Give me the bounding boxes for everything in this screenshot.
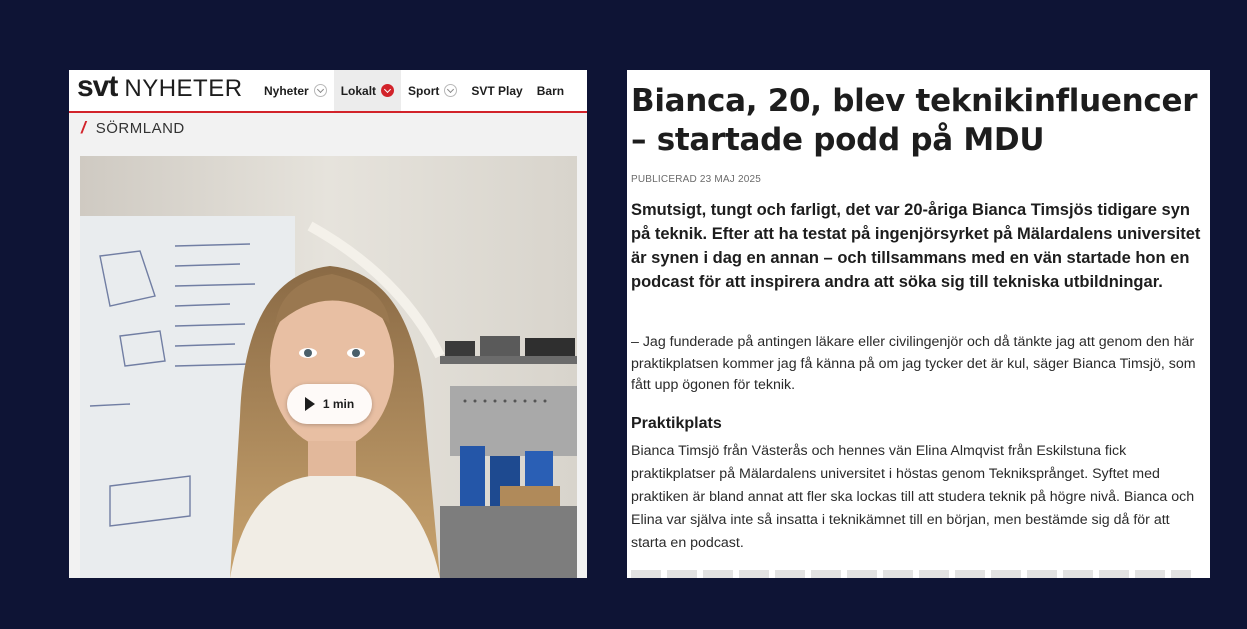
published-date: PUBLICERAD 23 MAJ 2025: [631, 174, 762, 185]
nav-item-svt-play[interactable]: SVT Play: [464, 70, 529, 111]
article-body: Bianca Timsjö från Västerås och hennes v…: [631, 443, 1195, 551]
region-breadcrumb[interactable]: / SÖRMLAND: [69, 113, 587, 143]
nav-item-label: Sport: [408, 83, 440, 98]
chevron-down-icon: [444, 84, 458, 97]
svt-header: svt NYHETER Nyheter Lokalt Sport SVT Pla…: [69, 70, 587, 113]
article-quote: – Jag funderade på antingen läkare eller…: [631, 334, 1196, 393]
svt-logo-brand: svt: [77, 70, 118, 103]
svt-logo-section: NYHETER: [124, 75, 243, 102]
nav-item-label: Barn: [536, 83, 565, 98]
nav-item-sport[interactable]: Sport: [401, 70, 464, 111]
nav-item-lokalt[interactable]: Lokalt: [333, 70, 402, 111]
main-nav: Nyheter Lokalt Sport SVT Play Barn: [257, 70, 571, 111]
nav-item-label: SVT Play: [471, 83, 523, 98]
video-player[interactable]: 1 min: [80, 156, 577, 578]
article-panel: Bianca, 20, blev teknikinfluencer – star…: [627, 70, 1210, 578]
region-name: SÖRMLAND: [95, 119, 185, 137]
play-button[interactable]: 1 min: [287, 384, 372, 424]
nav-item-nyheter[interactable]: Nyheter: [257, 70, 334, 111]
nav-item-label: Lokalt: [340, 83, 377, 98]
region-slash-icon: /: [81, 118, 86, 137]
video-duration: 1 min: [322, 397, 355, 411]
article-subheading: Praktikplats: [631, 415, 722, 432]
nav-item-label: Nyheter: [264, 83, 309, 98]
video-thumbnail: [80, 156, 577, 578]
article-lead: Smutsigt, tungt och farligt, det var 20-…: [631, 201, 1201, 291]
chevron-down-icon: [313, 84, 327, 97]
chevron-down-icon: [381, 84, 395, 97]
nav-item-barn[interactable]: Barn: [530, 70, 571, 111]
article-headline: Bianca, 20, blev teknikinfluencer – star…: [631, 83, 1198, 158]
svt-page-screenshot: svt NYHETER Nyheter Lokalt Sport SVT Pla…: [69, 70, 587, 578]
play-icon: [304, 397, 315, 411]
cropped-text-line: [631, 570, 1191, 578]
svt-logo[interactable]: svt NYHETER: [77, 70, 243, 104]
